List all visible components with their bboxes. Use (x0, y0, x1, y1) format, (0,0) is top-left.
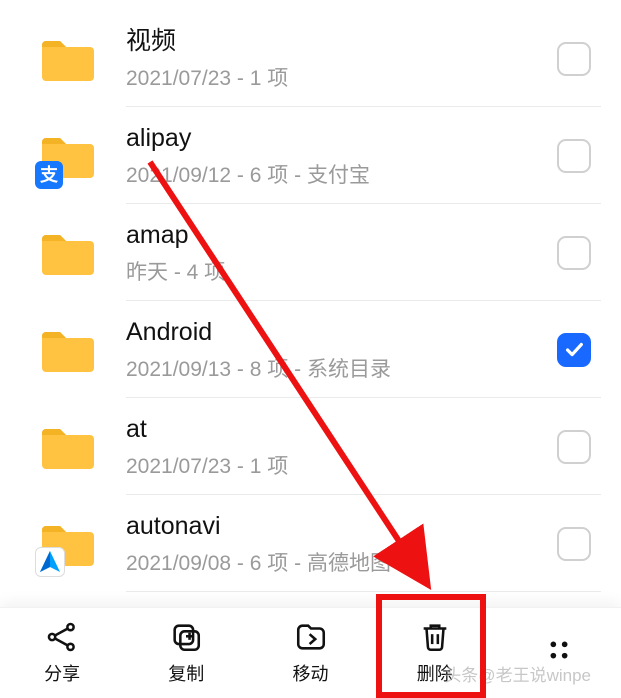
move-label: 移动 (293, 660, 329, 686)
file-row[interactable]: 视频 2021/07/23 - 1 项 (0, 10, 621, 107)
file-meta: 2021/09/08 - 6 项 - 高德地图 (126, 547, 557, 577)
select-checkbox[interactable] (557, 42, 591, 76)
file-meta: 昨天 - 4 项 (126, 256, 557, 286)
file-row[interactable]: at 2021/07/23 - 1 项 (0, 398, 621, 495)
select-checkbox[interactable] (557, 527, 591, 561)
share-button[interactable]: 分享 (0, 608, 124, 698)
file-row[interactable]: 支 alipay 2021/09/12 - 6 项 - 支付宝 (0, 107, 621, 204)
folder-icon (38, 223, 98, 283)
move-icon (294, 620, 328, 654)
file-name: amap (126, 220, 557, 250)
folder-icon: 支 (38, 126, 98, 186)
file-name: Android (126, 317, 557, 347)
file-name: alipay (126, 123, 557, 153)
copy-button[interactable]: 复制 (124, 608, 248, 698)
file-texts: Android 2021/09/13 - 8 项 - 系统目录 (126, 317, 557, 383)
file-name: autonavi (126, 511, 557, 541)
delete-label: 删除 (417, 660, 453, 686)
file-row[interactable]: amap 昨天 - 4 项 (0, 204, 621, 301)
delete-button[interactable]: 删除 (373, 608, 497, 698)
file-row[interactable]: Android 2021/09/13 - 8 项 - 系统目录 (0, 301, 621, 398)
file-list: 视频2021/07/23 - 1 项支alipay2021/09/12 - 6 … (0, 0, 621, 689)
file-texts: 视频 2021/07/23 - 1 项 (126, 26, 557, 92)
bottom-toolbar: 分享 复制 移动 删除 (0, 607, 621, 698)
select-checkbox[interactable] (557, 139, 591, 173)
file-meta: 2021/07/23 - 1 项 (126, 62, 557, 92)
file-texts: at 2021/07/23 - 1 项 (126, 414, 557, 480)
file-texts: alipay 2021/09/12 - 6 项 - 支付宝 (126, 123, 557, 189)
file-texts: autonavi 2021/09/08 - 6 项 - 高德地图 (126, 511, 557, 577)
file-name: at (126, 414, 557, 444)
file-meta: 2021/09/12 - 6 项 - 支付宝 (126, 159, 557, 189)
folder-icon (38, 29, 98, 89)
copy-label: 复制 (168, 660, 204, 686)
more-button[interactable] (497, 608, 621, 698)
share-label: 分享 (44, 660, 80, 686)
folder-icon (38, 514, 98, 574)
move-button[interactable]: 移动 (248, 608, 372, 698)
folder-icon (38, 320, 98, 380)
select-checkbox[interactable] (557, 430, 591, 464)
select-checkbox[interactable] (557, 333, 591, 367)
select-checkbox[interactable] (557, 236, 591, 270)
share-icon (45, 620, 79, 654)
copy-icon (169, 620, 203, 654)
file-row[interactable]: autonavi 2021/09/08 - 6 项 - 高德地图 (0, 495, 621, 592)
svg-text:支: 支 (39, 164, 59, 185)
trash-icon (418, 620, 452, 654)
file-name: 视频 (126, 26, 557, 56)
file-meta: 2021/07/23 - 1 项 (126, 450, 557, 480)
folder-icon (38, 417, 98, 477)
more-icon (542, 633, 576, 667)
file-meta: 2021/09/13 - 8 项 - 系统目录 (126, 353, 557, 383)
file-texts: amap 昨天 - 4 项 (126, 220, 557, 286)
